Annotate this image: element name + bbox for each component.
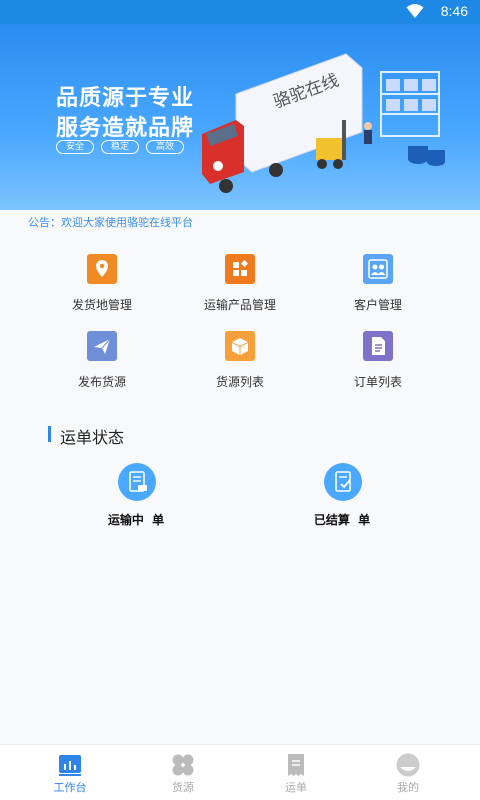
status-in-transit[interactable]: 运输中 单 <box>56 463 216 533</box>
wifi-icon <box>406 3 424 23</box>
menu-label: 订单列表 <box>353 375 402 389</box>
menu-shipping-location[interactable]: 发货地管理 <box>32 254 172 316</box>
menu-order-list[interactable]: 订单列表 <box>308 331 448 393</box>
menu-cargo-list[interactable]: 货源列表 <box>170 331 310 393</box>
tab-label: 运单 <box>285 781 307 794</box>
product-grid-icon <box>225 254 255 284</box>
cargo-icon <box>171 753 195 777</box>
notice-text[interactable]: 公告：欢迎大家使用骆驼在线平台 <box>28 214 193 230</box>
menu-label: 发布货源 <box>77 375 126 389</box>
customers-icon <box>363 254 393 284</box>
document-icon <box>363 331 393 361</box>
tab-cargo[interactable]: 货源 <box>123 745 243 800</box>
profile-icon <box>396 753 420 777</box>
tab-workbench[interactable]: 工作台 <box>10 745 130 800</box>
status-settled[interactable]: 已结算 单 <box>262 463 422 533</box>
tab-waybill[interactable]: 运单 <box>236 745 356 800</box>
menu-label: 运输产品管理 <box>203 298 276 312</box>
banner-slogan-line2: 服务造就品牌 <box>56 116 195 141</box>
banner-tag-stable: 稳定 <box>101 140 139 154</box>
tab-label: 货源 <box>172 781 194 794</box>
banner-tags: 安全 稳定 高效 <box>56 140 184 154</box>
menu-label: 货源列表 <box>215 375 264 389</box>
section-accent-bar <box>48 426 51 442</box>
menu-customer[interactable]: 客户管理 <box>308 254 448 316</box>
status-time: 8:46 <box>440 3 468 19</box>
status-in-transit-label: 运输中 单 <box>107 513 165 527</box>
box-icon <box>225 331 255 361</box>
banner-slogan-line1: 品质源于专业 <box>56 86 195 111</box>
menu-transport-product[interactable]: 运输产品管理 <box>170 254 310 316</box>
section-title: 运单状态 <box>60 428 125 447</box>
paper-plane-icon <box>87 331 117 361</box>
bottom-tab-bar: 工作台 货源 运单 我的 <box>0 744 480 800</box>
banner-tag-efficient: 高效 <box>146 140 184 154</box>
tab-label: 我的 <box>397 781 419 794</box>
menu-label: 客户管理 <box>353 298 402 312</box>
waybill-icon <box>284 753 308 777</box>
settled-doc-icon <box>324 463 362 501</box>
menu-publish-cargo[interactable]: 发布货源 <box>32 331 172 393</box>
tab-profile[interactable]: 我的 <box>348 745 468 800</box>
promo-banner[interactable]: 品质源于专业 服务造就品牌 安全 稳定 高效 骆驼在线 <box>0 24 480 210</box>
tab-label: 工作台 <box>53 781 87 794</box>
truck-illustration: 骆驼在线 <box>202 53 445 193</box>
status-bar: 8:46 <box>0 0 480 24</box>
in-transit-doc-icon <box>118 463 156 501</box>
dashboard-icon <box>58 753 82 777</box>
status-settled-label: 已结算 单 <box>313 513 371 527</box>
menu-label: 发货地管理 <box>71 298 132 312</box>
banner-tag-safe: 安全 <box>56 140 94 154</box>
location-pin-icon <box>87 254 117 284</box>
